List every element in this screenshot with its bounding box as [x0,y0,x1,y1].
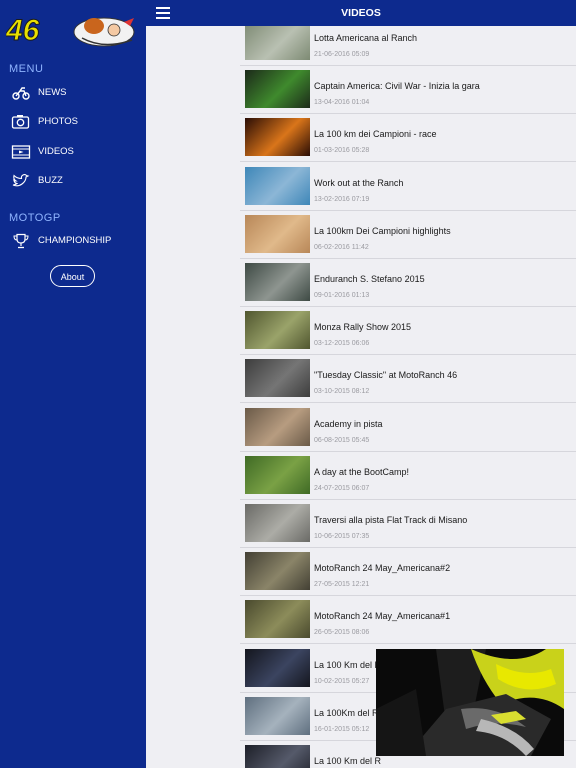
video-date: 01-03-2016 05:28 [314,147,370,155]
sidebar-item-label: BUZZ [38,175,63,186]
video-thumbnail [245,311,310,350]
video-date: 24-07-2015 06:07 [314,484,370,492]
video-date: 16-01-2015 05:12 [314,725,370,733]
sidebar-item-label: VIDEOS [38,146,74,157]
video-date: 21-06-2016 05:09 [314,51,370,58]
video-thumbnail [245,407,310,446]
video-title: La 100 Km del R [314,659,382,670]
video-list-item[interactable]: Captain America: Civil War - Inizia la g… [240,66,576,115]
video-list-item[interactable]: La 100km Dei Campioni highlights 06-02-20… [240,211,576,259]
twitter-icon [11,173,31,189]
top-bar: VIDEOS [146,0,576,26]
video-list-item[interactable]: Work out at the Ranch 13-02-2016 07:19 [240,163,576,211]
video-thumbnail [245,70,310,109]
trophy-icon [11,233,31,249]
video-thumbnail [245,118,310,157]
video-list-item[interactable]: Academy in pista 06-08-2015 05:45 [240,404,576,452]
video-title: MotoRanch 24 May_Americana#2 [314,563,451,574]
video-frame [376,649,564,756]
video-date: 09-01-2016 01:13 [314,292,370,299]
video-thumbnail [245,504,310,542]
video-title: Captain America: Civil War - Inizia la g… [314,81,480,92]
video-list-item[interactable]: La 100 km dei Campioni - race 01-03-2016 … [240,114,576,163]
camera-icon [11,114,31,130]
video-thumbnail [245,166,310,205]
sidebar-item-buzz[interactable]: BUZZ [0,168,146,194]
video-title: La 100km Dei Campioni highlights [314,225,451,236]
video-title: La 100Km del R [314,707,379,718]
video-thumbnail [245,600,310,639]
video-thumbnail [245,263,310,301]
video-title: Monza Rally Show 2015 [314,322,412,333]
logo-graphic: 46 [5,14,135,48]
sidebar-item-videos[interactable]: VIDEOS [0,139,146,165]
video-thumbnail [245,26,310,60]
motorbike-icon [11,85,31,101]
video-date: 13-02-2016 07:19 [314,195,370,203]
video-title: Lotta Americana al Ranch [314,33,418,43]
video-thumbnail [245,648,310,687]
video-date: 06-02-2016 11:42 [314,243,369,251]
film-icon [11,144,31,160]
sidebar-item-label: PHOTOS [38,116,78,127]
sidebar-item-championship[interactable]: CHAMPIONSHIP [0,228,146,254]
video-list-item[interactable]: Lotta Americana al Ranch 21-06-2016 05:09 [240,26,576,66]
video-date: 10-02-2015 05:27 [314,677,370,685]
video-list-item[interactable]: A day at the BootCamp! 24-07-2015 06:07 [240,452,576,500]
sidebar-item-photos[interactable]: PHOTOS [0,109,146,135]
video-thumbnail [245,552,310,591]
video-thumbnail [245,359,310,398]
video-list-item[interactable]: Traversi alla pista Flat Track di Misano… [240,500,576,548]
motogp-heading: MOTOGP [9,212,61,224]
sidebar: 46 MENU NEWS PHOTOS VIDEOS BUZZ MOTOGP C… [0,0,146,768]
video-thumbnail [245,696,310,735]
sidebar-item-label: NEWS [38,87,67,98]
sidebar-item-label: CHAMPIONSHIP [38,235,112,246]
video-title: La 100 Km del R [314,756,382,766]
video-player-overlay[interactable] [376,649,564,756]
video-list-item[interactable]: MotoRanch 24 May_Americana#2 27-05-2015 1… [240,548,576,597]
vr46-logo[interactable]: 46 [5,10,142,50]
about-button[interactable]: About [50,265,95,287]
video-date: 10-06-2015 07:35 [314,533,370,540]
video-date: 03-10-2015 08:12 [314,388,370,396]
video-list-item[interactable]: MotoRanch 24 May_Americana#1 26-05-2015 0… [240,596,576,645]
video-thumbnail [245,745,310,768]
video-date: 26-05-2015 08:06 [314,629,370,637]
video-date: 13-04-2016 01:04 [314,99,370,107]
menu-heading: MENU [9,63,44,75]
video-list-item[interactable]: "Tuesday Classic" at MotoRanch 46 03-10-2… [240,355,576,404]
sidebar-item-news[interactable]: NEWS [0,80,146,106]
video-title: Academy in pista [314,418,383,429]
logo-text: 46 [6,14,40,47]
video-title: "Tuesday Classic" at MotoRanch 46 [314,370,458,381]
video-title: La 100 km dei Campioni - race [314,129,437,140]
video-title: Enduranch S. Stefano 2015 [314,274,425,284]
video-date: 03-12-2015 06:06 [314,340,370,348]
video-title: MotoRanch 24 May_Americana#1 [314,611,451,622]
video-thumbnail [245,214,310,253]
video-title: Work out at the Ranch [314,177,404,188]
video-list-item[interactable]: Monza Rally Show 2015 03-12-2015 06:06 [240,307,576,356]
video-thumbnail [245,455,310,494]
video-list-item[interactable]: Enduranch S. Stefano 2015 09-01-2016 01:1… [240,259,576,307]
video-date: 27-05-2015 12:21 [314,581,370,589]
video-date: 06-08-2015 05:45 [314,436,370,444]
page-title: VIDEOS [341,7,381,19]
video-title: Traversi alla pista Flat Track di Misano [314,515,468,525]
video-title: A day at the BootCamp! [314,466,410,477]
